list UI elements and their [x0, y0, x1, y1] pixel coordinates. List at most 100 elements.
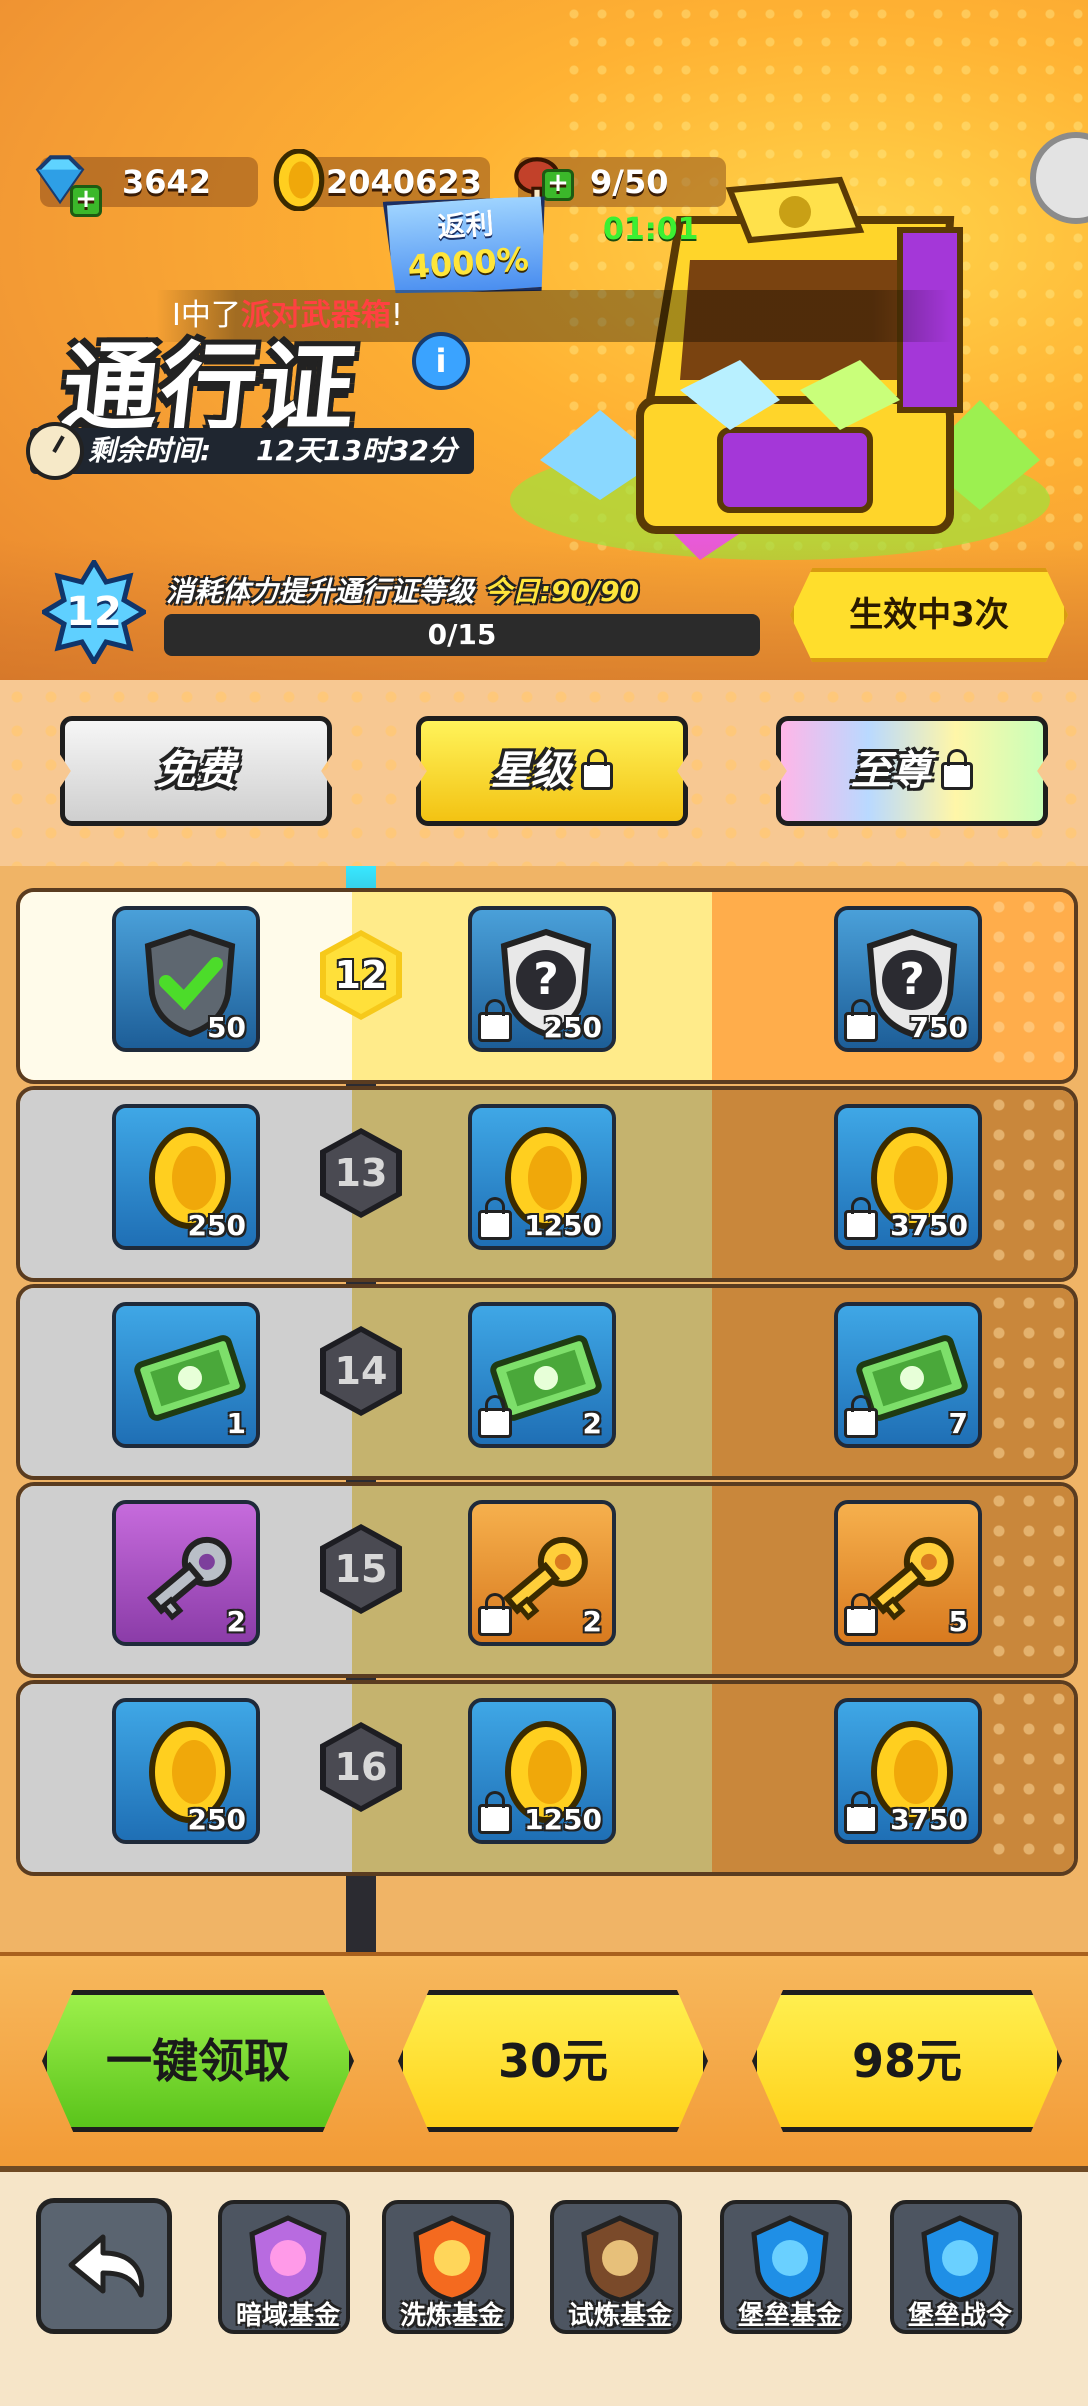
reward-item-supreme[interactable]: 3750 [834, 1104, 982, 1250]
reward-qty: 2 [226, 1605, 246, 1638]
reward-item-supreme[interactable]: 7 [834, 1302, 982, 1448]
tab-free-label: 免费 [156, 748, 236, 794]
fortress-fund-icon [751, 2215, 829, 2302]
lock-icon [941, 749, 973, 790]
reward-item-free[interactable]: 250 [112, 1104, 260, 1250]
nav-label: 堡垒基金 [737, 2301, 842, 2331]
level-hex-number: 12 [334, 953, 388, 997]
nav-label: 堡垒战令 [907, 2301, 1012, 2331]
reward-item-star[interactable]: 2 [468, 1302, 616, 1448]
reward-qty: 7 [948, 1407, 968, 1440]
reward-qty: 1 [226, 1407, 246, 1440]
fortress-pass-icon [921, 2215, 999, 2302]
level-number: 12 [66, 589, 122, 635]
reward-item-free[interactable]: 1 [112, 1302, 260, 1448]
coin-icon [273, 149, 325, 211]
clock-icon [26, 422, 84, 480]
nav-item-trial-fund[interactable]: 试炼基金 [550, 2200, 682, 2334]
lock-icon [844, 1197, 878, 1240]
level-description: 消耗体力提升通行证等级 今日:90/90 [166, 570, 639, 610]
reward-item-free[interactable]: 250 [112, 1698, 260, 1844]
info-icon[interactable]: i [412, 332, 470, 390]
lock-icon [478, 1593, 512, 1636]
tab-supreme-label: 至尊 [851, 748, 931, 794]
tab-star[interactable]: 星级 [416, 716, 688, 826]
svg-text:?: ? [533, 954, 559, 1005]
back-button[interactable] [36, 2198, 172, 2334]
lock-icon [478, 999, 512, 1042]
tab-free[interactable]: 免费 [60, 716, 332, 826]
stamina-plus-icon[interactable]: + [542, 169, 574, 201]
stamina-count: 9/50 [590, 163, 669, 201]
remaining-label: 剩余时间: [88, 434, 212, 467]
nav-label: 洗炼基金 [399, 2301, 504, 2331]
stamina-timer: 01:01 [603, 212, 699, 247]
level-hex-number: 15 [334, 1547, 388, 1591]
buy-supreme-button[interactable]: 98元 [752, 1990, 1062, 2132]
progress-text: 0/15 [427, 618, 497, 651]
back-arrow-icon [68, 2234, 145, 2298]
nav-item-dark-fund[interactable]: 暗域基金 [218, 2200, 350, 2334]
level-hex-number: 13 [334, 1151, 388, 1195]
reward-item-star[interactable]: 2 [468, 1500, 616, 1646]
reward-item-star[interactable]: 1250 [468, 1698, 616, 1844]
reward-item-free[interactable]: 50 [112, 906, 260, 1052]
treasure-chest-illustration [510, 176, 1050, 560]
reward-item-supreme[interactable]: ? 750 [834, 906, 982, 1052]
lock-icon [844, 1593, 878, 1636]
reward-qty: 250 [187, 1209, 246, 1242]
remaining-time: 剩余时间: 12天13时32分 [26, 422, 474, 480]
gem-plus-icon[interactable]: + [70, 185, 102, 217]
lock-icon [478, 1197, 512, 1240]
rebate-badge[interactable]: 返利 4000% [383, 190, 552, 301]
buy-star-button[interactable]: 30元 [398, 1990, 708, 2132]
refine-fund-icon [413, 2215, 491, 2302]
tab-supreme[interactable]: 至尊 [776, 716, 1048, 826]
nav-label: 暗域基金 [235, 2301, 340, 2331]
level-badge: 12 [39, 557, 149, 667]
reward-qty: 5 [948, 1605, 968, 1638]
lock-icon [478, 1395, 512, 1438]
coin-count: 2040623 [326, 163, 482, 201]
nav-item-fortress-fund[interactable]: 堡垒基金 [720, 2200, 852, 2334]
nav-item-refine-fund[interactable]: 洗炼基金 [382, 2200, 514, 2334]
reward-item-star[interactable]: 1250 [468, 1104, 616, 1250]
svg-text:?: ? [899, 954, 925, 1005]
gem-count: 3642 [122, 163, 212, 201]
lock-icon [478, 1791, 512, 1834]
reward-item-supreme[interactable]: 3750 [834, 1698, 982, 1844]
reward-qty: 750 [909, 1011, 968, 1044]
remaining-value: 12天13时32分 [256, 434, 457, 467]
reward-item-supreme[interactable]: 5 [834, 1500, 982, 1646]
nav-item-fortress-pass[interactable]: 堡垒战令 [890, 2200, 1022, 2334]
effect-count-button[interactable]: 生效中3次 [790, 568, 1068, 662]
claim-all-button[interactable]: 一键领取 [42, 1990, 354, 2132]
lock-icon [844, 1791, 878, 1834]
today-progress: 今日:90/90 [483, 575, 640, 608]
lock-icon [581, 749, 613, 790]
level-progress-bar: 0/15 [164, 614, 760, 656]
reward-qty: 1250 [524, 1209, 602, 1242]
level-hex-number: 14 [334, 1349, 388, 1393]
ticker-suffix: ! [390, 298, 403, 333]
reward-qty: 2 [582, 1605, 602, 1638]
reward-qty: 3750 [890, 1209, 968, 1242]
stamina-counter: + 9/50 [514, 157, 726, 207]
reward-qty: 50 [207, 1011, 246, 1044]
gem-counter: + 3642 [35, 155, 258, 217]
lock-icon [844, 1395, 878, 1438]
level-hex-number: 16 [334, 1745, 388, 1789]
reward-item-free[interactable]: 2 [112, 1500, 260, 1646]
reward-item-star[interactable]: ? 250 [468, 906, 616, 1052]
dark-fund-icon [249, 2215, 327, 2302]
level-desc-text: 消耗体力提升通行证等级 [166, 575, 475, 608]
reward-qty: 1250 [524, 1803, 602, 1836]
lock-icon [844, 999, 878, 1042]
reward-qty: 3750 [890, 1803, 968, 1836]
trial-fund-icon [581, 2215, 659, 2302]
nav-label: 试炼基金 [567, 2301, 672, 2331]
reward-qty: 250 [187, 1803, 246, 1836]
reward-qty: 250 [543, 1011, 602, 1044]
reward-qty: 2 [582, 1407, 602, 1440]
tab-star-label: 星级 [491, 748, 571, 794]
